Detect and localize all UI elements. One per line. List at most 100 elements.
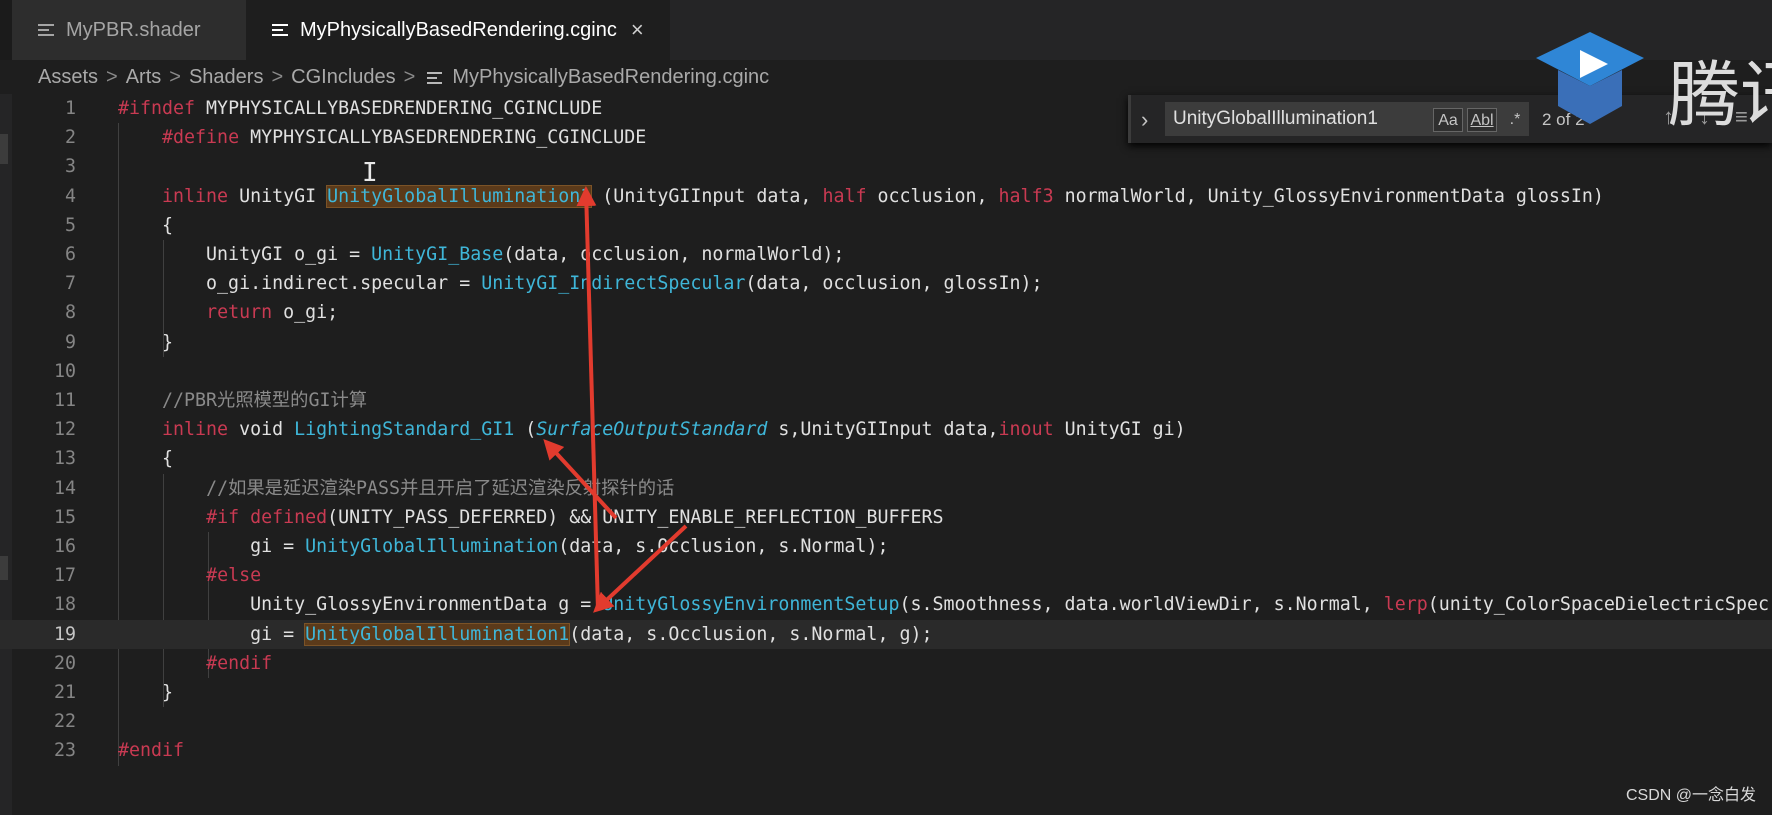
line-number: 23 (53, 740, 76, 762)
line-number: 19 (53, 623, 76, 645)
breadcrumb-item-file[interactable]: MyPhysicallyBasedRendering.cginc (452, 66, 769, 89)
code-token: inline (162, 185, 229, 207)
code-token: defined (250, 506, 328, 528)
code-token: #ifndef (118, 98, 196, 119)
line-code[interactable]: #endif (118, 649, 272, 678)
line-number: 13 (53, 448, 76, 470)
find-input-value[interactable]: UnityGlobalIllumination1 (1173, 108, 1378, 130)
line-code[interactable]: //PBR光照模型的GI计算 (118, 386, 367, 415)
line-code[interactable]: return o_gi; (118, 298, 338, 327)
code-token: inline (162, 419, 229, 441)
tab-bar: MyPBR.shader MyPhysicallyBasedRendering.… (0, 0, 1772, 60)
tab-label: MyPBR.shader (66, 18, 201, 41)
file-lines-icon (272, 23, 288, 37)
line-number: 5 (64, 214, 76, 236)
breadcrumb-item-arts[interactable]: Arts (126, 66, 162, 89)
code-line[interactable]: 21 } (0, 678, 1772, 707)
line-code[interactable]: Unity_GlossyEnvironmentData g = UnityGlo… (118, 590, 1769, 619)
code-line[interactable]: 5 { (0, 211, 1772, 240)
line-code[interactable]: inline void LightingStandard_GI1 (Surfac… (118, 415, 1186, 444)
code-token: (data, s.Occlusion, s.Normal); (558, 536, 889, 557)
line-code[interactable]: #if defined(UNITY_PASS_DEFERRED) && UNIT… (118, 503, 944, 532)
code-token: gi = (118, 623, 306, 645)
code-line[interactable]: 4 inline UnityGI UnityGlobalIllumination… (0, 182, 1772, 211)
code-line[interactable]: 23 #endif (0, 736, 1772, 765)
match-case-button[interactable]: Aa (1433, 108, 1463, 132)
search-match: UnityGlobalIllumination1 (304, 622, 571, 646)
code-token: #endif (206, 652, 273, 674)
breadcrumb-item-cgincludes[interactable]: CGIncludes (291, 66, 396, 89)
line-number: 14 (53, 477, 76, 499)
code-token: //如果是延迟渲染PASS并且开启了延迟渲染反射探针的话 (206, 477, 675, 499)
code-token: (data, s.Occlusion, s.Normal, g); (569, 623, 933, 645)
line-code[interactable]: } (118, 678, 173, 707)
code-token: UnityGlossyEnvironmentSetup (602, 594, 900, 616)
line-number: 9 (64, 331, 76, 353)
code-line[interactable]: 9 } (0, 328, 1772, 357)
line-code[interactable]: gi = UnityGlobalIllumination1(data, s.Oc… (118, 620, 932, 649)
code-line[interactable]: 8 return o_gi; (0, 298, 1772, 327)
code-token: inout (998, 419, 1054, 441)
code-token: { (118, 214, 174, 236)
line-code[interactable]: { (118, 444, 173, 473)
code-token: } (118, 682, 174, 703)
line-number: 3 (64, 156, 76, 178)
code-line[interactable]: 3 (0, 152, 1772, 181)
code-line[interactable]: 17 #else (0, 561, 1772, 590)
tab-mypbr-shader[interactable]: MyPBR.shader (12, 0, 246, 60)
line-code[interactable]: inline UnityGI UnityGlobalIllumination1 … (118, 182, 1604, 211)
code-line[interactable]: 6 UnityGI o_gi = UnityGI_Base(data, occl… (0, 240, 1772, 269)
match-whole-word-button[interactable]: Abl (1467, 108, 1497, 132)
code-token: (UNITY_PASS_DEFERRED) && UNITY_ENABLE_RE… (327, 506, 944, 528)
code-line[interactable]: 14 //如果是延迟渲染PASS并且开启了延迟渲染反射探针的话 (0, 474, 1772, 503)
breadcrumb-item-assets[interactable]: Assets (38, 66, 98, 89)
line-code[interactable]: #endif (118, 736, 184, 765)
chevron-right-icon: > (106, 65, 118, 88)
code-line[interactable]: 10 (0, 357, 1772, 386)
code-token: UnityGlobalIllumination (305, 536, 559, 557)
code-line[interactable]: 11 //PBR光照模型的GI计算 (0, 386, 1772, 415)
line-number: 10 (53, 360, 76, 382)
code-line[interactable]: 13 { (0, 444, 1772, 473)
line-number: 11 (53, 390, 76, 411)
code-line[interactable]: 19 gi = UnityGlobalIllumination1(data, s… (0, 619, 1772, 649)
code-token: void (228, 419, 295, 441)
close-icon[interactable]: × (631, 17, 644, 43)
code-line[interactable]: 12 inline void LightingStandard_GI1 (Sur… (0, 415, 1772, 444)
code-line[interactable]: 7 o_gi.indirect.specular = UnityGI_Indir… (0, 269, 1772, 298)
code-token: LightingStandard_GI1 (294, 419, 515, 441)
line-number: 2 (64, 127, 76, 149)
code-line[interactable]: 15 #if defined(UNITY_PASS_DEFERRED) && U… (0, 503, 1772, 532)
line-code[interactable]: UnityGI o_gi = UnityGI_Base(data, occlus… (118, 240, 844, 269)
line-code[interactable]: #else (118, 561, 261, 590)
code-line[interactable]: 20 #endif (0, 649, 1772, 678)
code-token: (data, occlusion, normalWorld); (503, 244, 845, 265)
code-line[interactable]: 18 Unity_GlossyEnvironmentData g = Unity… (0, 590, 1772, 619)
breadcrumb-item-shaders[interactable]: Shaders (189, 66, 264, 89)
line-code[interactable]: #ifndef MYPHYSICALLYBASEDRENDERING_CGINC… (118, 94, 602, 123)
code-editor[interactable]: 1 #ifndef MYPHYSICALLYBASEDRENDERING_CGIN… (0, 94, 1772, 815)
file-lines-icon (38, 23, 54, 37)
line-code[interactable]: //如果是延迟渲染PASS并且开启了延迟渲染反射探针的话 (118, 474, 674, 503)
code-line[interactable]: 22 (0, 707, 1772, 736)
line-code[interactable]: o_gi.indirect.specular = UnityGI_Indirec… (118, 269, 1043, 298)
code-token: half (822, 185, 867, 207)
line-code[interactable]: { (118, 211, 173, 240)
code-token: #define (162, 127, 240, 149)
code-token: UnityGI o_gi = (118, 244, 372, 265)
use-regex-button[interactable]: .* (1501, 108, 1529, 132)
line-number: 1 (64, 98, 76, 119)
line-code[interactable]: #define MYPHYSICALLYBASEDRENDERING_CGINC… (118, 123, 646, 152)
tab-mypbr-cginc[interactable]: MyPhysicallyBasedRendering.cginc × (246, 0, 670, 60)
toggle-replace-icon[interactable]: › (1141, 107, 1148, 133)
code-line[interactable]: 16 gi = UnityGlobalIllumination(data, s.… (0, 532, 1772, 561)
line-code[interactable]: } (118, 328, 173, 357)
line-code[interactable]: gi = UnityGlobalIllumination(data, s.Occ… (118, 532, 888, 561)
